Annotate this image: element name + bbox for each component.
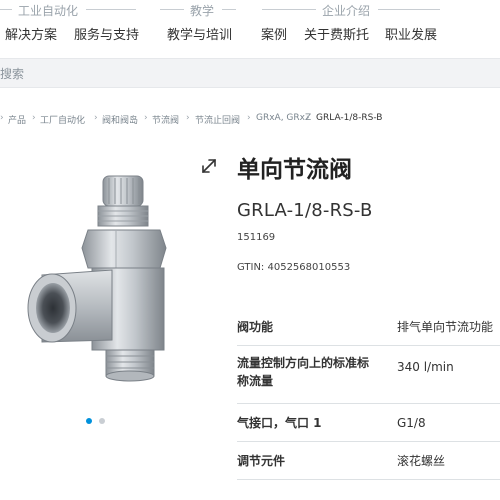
breadcrumb: › 产品 › 工厂自动化 › 阀和阀岛 › 节流阀 › 节流止回阀 › GRxA… xyxy=(0,113,500,127)
gtin: GTIN: 4052568010553 xyxy=(237,262,351,273)
spec-label: 气接口，气口 1 xyxy=(237,416,322,430)
nav-link-cases[interactable]: 案例 xyxy=(261,24,287,43)
nav-link-service-support[interactable]: 服务与支持 xyxy=(74,24,139,43)
breadcrumb-separator: › xyxy=(144,113,148,123)
nav-link-solutions[interactable]: 解决方案 xyxy=(5,24,57,43)
breadcrumb-separator: › xyxy=(186,113,190,123)
spec-value: 340 l/min xyxy=(397,360,454,374)
nav-group-education[interactable]: 教学 xyxy=(190,2,214,19)
breadcrumb-separator: › xyxy=(94,113,98,123)
nav-link-about-festo[interactable]: 关于费斯托 xyxy=(304,24,369,43)
top-nav-groups: 工业自动化 教学 企业介绍 xyxy=(0,0,500,22)
part-number: 151169 xyxy=(237,232,276,243)
carousel-dot-active[interactable] xyxy=(86,418,92,424)
nav-divider xyxy=(262,9,316,10)
breadcrumb-item-factory-automation[interactable]: 工厂自动化 xyxy=(40,113,85,126)
breadcrumb-item-flow-control-valves[interactable]: 节流阀 xyxy=(152,113,179,126)
spec-row: 阀功能 排气单向节流功能 xyxy=(237,308,500,346)
spec-row: 气接口，气口 1 G1/8 xyxy=(237,404,500,442)
nav-link-training[interactable]: 教学与培训 xyxy=(167,24,232,43)
spec-row: 调节元件 滚花螺丝 xyxy=(237,442,500,480)
product-code: GRLA-1/8-RS-B xyxy=(237,200,373,221)
spec-label: 流量控制方向上的标准标称流量 xyxy=(237,356,370,388)
top-nav-links: 解决方案 服务与支持 教学与培训 案例 关于费斯托 职业发展 xyxy=(0,24,500,44)
breadcrumb-item-check-flow-control[interactable]: 节流止回阀 xyxy=(195,113,240,126)
product-image[interactable] xyxy=(20,170,200,390)
product-title: 单向节流阀 xyxy=(237,157,352,183)
nav-divider xyxy=(160,9,184,10)
nav-group-company[interactable]: 企业介绍 xyxy=(322,2,370,19)
spec-label: 调节元件 xyxy=(237,454,286,468)
nav-divider xyxy=(86,9,136,10)
expand-arrows-icon[interactable] xyxy=(200,157,218,175)
spec-label: 阀功能 xyxy=(237,320,274,334)
breadcrumb-separator: › xyxy=(0,113,4,123)
carousel-dot[interactable] xyxy=(99,418,105,424)
breadcrumb-separator: › xyxy=(306,113,310,123)
breadcrumb-item-current: GRLA-1/8-RS-B xyxy=(316,113,383,123)
search-bar xyxy=(0,58,500,88)
nav-group-industrial-automation[interactable]: 工业自动化 xyxy=(18,2,78,19)
spec-value: 排气单向节流功能 xyxy=(397,320,494,334)
search-input[interactable] xyxy=(0,64,500,84)
nav-link-careers[interactable]: 职业发展 xyxy=(385,24,437,43)
breadcrumb-item-series[interactable]: GRxA, GRxZ xyxy=(256,113,311,123)
spec-row: 流量控制方向上的标准标称流量 340 l/min xyxy=(237,346,500,404)
spec-value: 滚花螺丝 xyxy=(397,454,446,468)
breadcrumb-separator: › xyxy=(247,113,251,123)
breadcrumb-separator: › xyxy=(32,113,36,123)
spec-value: G1/8 xyxy=(397,416,426,430)
nav-divider xyxy=(222,9,236,10)
nav-divider xyxy=(378,9,440,10)
nav-divider xyxy=(0,9,12,10)
breadcrumb-item-products[interactable]: 产品 xyxy=(8,113,26,126)
breadcrumb-item-valves[interactable]: 阀和阀岛 xyxy=(102,113,138,126)
